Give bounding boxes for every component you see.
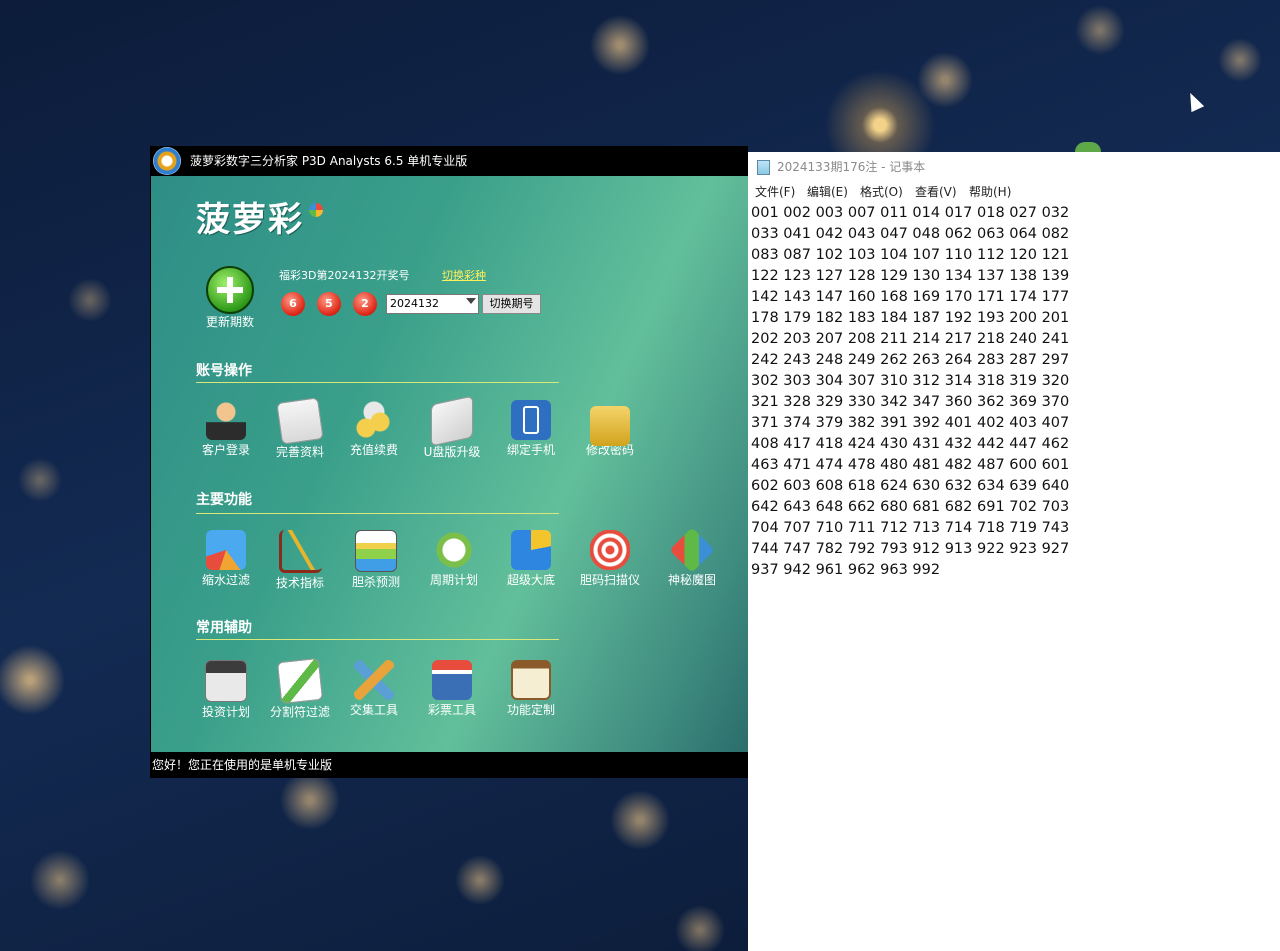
tool-super-base[interactable]: 超级大底: [497, 530, 565, 588]
tool-lottery-tools[interactable]: 彩票工具: [418, 660, 486, 718]
tool-label: 投资计划: [201, 705, 250, 719]
section-divider: [196, 639, 559, 640]
area-chart-icon: [355, 530, 397, 572]
ring-icon: [206, 530, 246, 570]
shop-icon: [432, 660, 472, 700]
tool-label: 缩水过滤: [201, 573, 250, 587]
tool-label: 周期计划: [429, 573, 478, 587]
target-icon: [590, 530, 630, 570]
menu-view[interactable]: 查看(V): [915, 182, 957, 202]
tool-label: 完善资料: [275, 445, 324, 459]
background-window-edge: [1075, 142, 1101, 152]
tool-shrink-filter[interactable]: 缩水过滤: [192, 530, 260, 588]
update-periods-label: 更新期数: [205, 315, 254, 329]
notepad-window: 2024133期176注 - 记事本 文件(F) 编辑(E) 格式(O) 查看(…: [748, 152, 1280, 951]
usb-drive-icon: [431, 395, 473, 447]
tool-recharge[interactable]: 充值续费: [340, 400, 408, 458]
notepad-text-area[interactable]: 001 002 003 007 011 014 017 018 027 032 …: [751, 203, 1271, 581]
update-periods-button[interactable]: 更新期数: [201, 266, 259, 330]
tool-investment-plan[interactable]: 投资计划: [192, 660, 260, 720]
tool-label: 胆杀预测: [351, 575, 400, 589]
chevron-down-icon: [466, 298, 476, 304]
analyst-app-window: 菠萝彩数字三分析家 P3D Analysts 6.5 单机专业版 菠萝彩 更新期…: [150, 146, 748, 778]
tool-cycle-plan[interactable]: 周期计划: [420, 530, 488, 588]
tool-separator-filter[interactable]: 分割符过滤: [266, 657, 334, 720]
section-title-account: 账号操作: [196, 363, 252, 379]
result-ball: 2: [353, 292, 377, 316]
split-document-icon: [276, 657, 324, 705]
tool-kill-prediction[interactable]: 胆杀预测: [342, 530, 410, 590]
plus-icon: [206, 266, 254, 314]
app-logo-icon: [153, 147, 181, 175]
menu-help[interactable]: 帮助(H): [969, 182, 1011, 202]
period-value: 2024132: [390, 297, 439, 310]
tool-label: 分割符过滤: [269, 705, 330, 719]
tool-label: 绑定手机: [506, 443, 555, 457]
tool-label: 技术指标: [275, 576, 324, 590]
tool-label: U盘版升级: [423, 445, 481, 459]
pie-chart-icon: [511, 530, 551, 570]
tool-label: 超级大底: [506, 573, 555, 587]
notepad-title-bar[interactable]: 2024133期176注 - 记事本: [748, 152, 1280, 182]
calculator-icon: [205, 660, 247, 702]
app-title: 菠萝彩数字三分析家 P3D Analysts 6.5 单机专业版: [190, 154, 468, 168]
cube-icon: [669, 527, 715, 573]
tool-mystery-chart[interactable]: 神秘魔图: [658, 527, 726, 588]
switch-lottery-link[interactable]: 切换彩种: [442, 267, 486, 283]
phone-icon: [511, 400, 551, 440]
tool-technical-indicator[interactable]: 技术指标: [266, 530, 334, 591]
tool-code-scanner[interactable]: 胆码扫描仪: [576, 530, 644, 588]
tool-usb-upgrade[interactable]: U盘版升级: [418, 395, 486, 460]
result-ball: 6: [281, 292, 305, 316]
tool-label: 客户登录: [201, 443, 250, 457]
menu-format[interactable]: 格式(O): [860, 182, 903, 202]
section-divider: [196, 513, 559, 514]
tool-change-password[interactable]: 修改密码: [576, 400, 644, 458]
tool-label: 胆码扫描仪: [579, 573, 640, 587]
section-title-aux: 常用辅助: [196, 620, 252, 636]
tool-intersection[interactable]: 交集工具: [340, 660, 408, 718]
tool-custom-function[interactable]: 功能定制: [497, 660, 565, 718]
tool-label: 交集工具: [349, 703, 398, 717]
tool-bind-phone[interactable]: 绑定手机: [497, 400, 565, 458]
clipboard-icon: [511, 660, 551, 700]
tool-label: 神秘魔图: [667, 573, 716, 587]
tool-customer-login[interactable]: 客户登录: [192, 400, 260, 458]
user-icon: [206, 400, 246, 440]
tool-complete-profile[interactable]: 完善资料: [266, 397, 334, 460]
pencil-ruler-icon: [354, 660, 394, 700]
brand-fruit-icon: [309, 203, 323, 217]
notepad-icon: [757, 160, 770, 175]
tool-label: 彩票工具: [427, 703, 476, 717]
brand-logo: 菠萝彩: [196, 200, 304, 240]
menu-edit[interactable]: 编辑(E): [807, 182, 848, 202]
app-main-panel: 菠萝彩 更新期数 福彩3D第2024132开奖号 切换彩种 6 5 2 2024…: [151, 176, 748, 752]
alarm-clock-icon: [434, 530, 474, 570]
menu-file[interactable]: 文件(F): [755, 182, 795, 202]
section-title-main: 主要功能: [196, 492, 252, 508]
status-bar: 您好！您正在使用的是单机专业版: [150, 752, 748, 778]
notepad-title: 2024133期176注 - 记事本: [777, 160, 926, 174]
draw-result-title: 福彩3D第2024132开奖号: [279, 269, 410, 282]
tool-label: 充值续费: [349, 443, 398, 457]
result-ball: 5: [317, 292, 341, 316]
notepad-menu-bar: 文件(F) 编辑(E) 格式(O) 查看(V) 帮助(H): [748, 182, 1280, 202]
tool-label: 功能定制: [506, 703, 555, 717]
mouse-pointer-icon: [1183, 89, 1205, 113]
document-icon: [276, 397, 324, 445]
switch-period-button[interactable]: 切换期号: [482, 294, 541, 314]
section-divider: [196, 382, 559, 383]
coins-icon: [354, 400, 394, 440]
line-chart-icon: [278, 530, 322, 573]
app-title-bar[interactable]: 菠萝彩数字三分析家 P3D Analysts 6.5 单机专业版: [150, 146, 748, 176]
period-dropdown[interactable]: 2024132: [386, 294, 479, 314]
lock-icon: [590, 406, 630, 446]
